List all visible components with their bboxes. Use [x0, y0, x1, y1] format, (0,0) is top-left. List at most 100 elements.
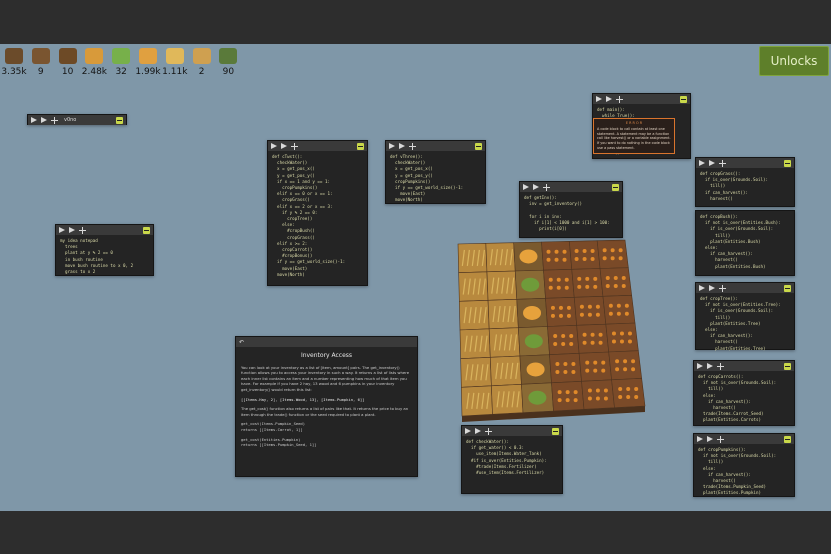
- add-icon[interactable]: [717, 362, 724, 370]
- step-icon[interactable]: [709, 160, 715, 166]
- window-notepad[interactable]: my idea notepad trees plant at y % 2 == …: [55, 224, 154, 276]
- window-v0no[interactable]: v0no: [27, 114, 127, 125]
- add-icon[interactable]: [616, 95, 623, 103]
- code-body[interactable]: def cropTree(): if not is_over(Entities.…: [696, 293, 794, 355]
- window-getinv[interactable]: def getInv(): inv = get_inventory() for …: [519, 181, 623, 238]
- code-line: move(North): [390, 197, 423, 203]
- code-body[interactable]: def getInv(): inv = get_inventory() for …: [520, 192, 622, 235]
- step-icon[interactable]: [475, 428, 481, 434]
- run-icon[interactable]: [59, 227, 65, 233]
- carrot-crop: [627, 331, 632, 336]
- doc-paragraph: You can look at your inventory as a list…: [241, 364, 410, 392]
- run-icon[interactable]: [31, 117, 37, 123]
- farm-tile: [547, 325, 580, 355]
- run-icon[interactable]: [699, 285, 705, 291]
- code-line: plant(Entities.Pumpkin): [698, 490, 762, 496]
- step-icon[interactable]: [707, 363, 713, 369]
- code-body[interactable]: def cropPumpkins(): if not is_over(Groun…: [694, 444, 794, 500]
- add-icon[interactable]: [543, 183, 550, 191]
- minimize-icon[interactable]: [552, 427, 559, 435]
- window-inventory-doc[interactable]: ↶ Inventory Access You can look at your …: [235, 336, 418, 477]
- run-icon[interactable]: [699, 160, 705, 166]
- back-icon[interactable]: ↶: [239, 339, 244, 346]
- minimize-icon[interactable]: [116, 116, 123, 124]
- carrot-crop: [557, 398, 562, 403]
- farm-tile: [549, 353, 582, 384]
- window-croppumpkins[interactable]: def cropPumpkins(): if not is_over(Groun…: [693, 433, 795, 497]
- minimize-icon[interactable]: [475, 142, 482, 150]
- carrot-crop: [598, 332, 603, 337]
- code-body[interactable]: my idea notepad trees plant at y % 2 == …: [56, 235, 153, 278]
- pumpkin-crop: [526, 362, 545, 377]
- run-icon[interactable]: [697, 436, 703, 442]
- carrot-crop: [573, 398, 578, 403]
- run-icon[interactable]: [697, 363, 703, 369]
- carrot-crop: [593, 284, 598, 289]
- minimize-icon[interactable]: [784, 362, 791, 370]
- code-body[interactable]: def cropBush(): if not is_over(Entities.…: [696, 211, 794, 273]
- code-line: plant(Entities.Tree): [700, 345, 766, 351]
- step-icon[interactable]: [709, 285, 715, 291]
- step-icon[interactable]: [533, 184, 539, 190]
- add-icon[interactable]: [51, 116, 58, 124]
- code-body[interactable]: def cTwst(): checkWater() x = get_pos_x(…: [268, 151, 367, 281]
- run-icon[interactable]: [271, 143, 277, 149]
- minimize-icon[interactable]: [784, 284, 791, 292]
- window-vthree[interactable]: def vThree(): checkWater() x = get_pos_x…: [385, 140, 486, 204]
- code-body[interactable]: def checkWater(): if get_water() < 0.3: …: [462, 436, 562, 479]
- minimize-icon[interactable]: [680, 95, 687, 103]
- code-body[interactable]: def vThree(): checkWater() x = get_pos_x…: [386, 151, 485, 207]
- step-icon[interactable]: [281, 143, 287, 149]
- code-line: print(i[0]): [524, 226, 567, 232]
- window-checkwater[interactable]: def checkWater(): if get_water() < 0.3: …: [461, 425, 563, 494]
- minimize-icon[interactable]: [143, 226, 150, 234]
- step-icon[interactable]: [606, 96, 612, 102]
- minimize-icon[interactable]: [612, 183, 619, 191]
- carrot-crop: [563, 370, 568, 375]
- add-icon[interactable]: [719, 284, 726, 292]
- carrot-crop: [577, 284, 582, 289]
- step-icon[interactable]: [41, 117, 47, 123]
- add-icon[interactable]: [719, 159, 726, 167]
- carrot-crop: [615, 367, 620, 372]
- carrot-crop: [618, 256, 623, 261]
- code-line: plant(Entities.Carrots): [698, 417, 762, 423]
- carrot-crop: [553, 333, 558, 338]
- window-cropgrass[interactable]: def cropGrass(): if is_over(Grounds.Soil…: [695, 157, 795, 207]
- window-cropcarrots[interactable]: def cropCarrots(): if not is_over(Ground…: [693, 360, 795, 426]
- step-icon[interactable]: [707, 436, 713, 442]
- run-icon[interactable]: [596, 96, 602, 102]
- carrot-crop: [561, 333, 566, 338]
- farm-tile: [605, 322, 639, 353]
- add-icon[interactable]: [79, 226, 86, 234]
- code-body[interactable]: def cropCarrots(): if not is_over(Ground…: [694, 371, 794, 427]
- farm-tile: [545, 297, 577, 327]
- code-body[interactable]: def cropGrass(): if is_over(Grounds.Soil…: [696, 168, 794, 205]
- doc-title: Inventory Access: [300, 352, 353, 359]
- add-icon[interactable]: [717, 435, 724, 443]
- farm-tile: [551, 381, 585, 412]
- run-icon[interactable]: [523, 184, 529, 190]
- run-icon[interactable]: [389, 143, 395, 149]
- run-icon[interactable]: [465, 428, 471, 434]
- farm-tile: [569, 240, 601, 270]
- minimize-icon[interactable]: [784, 435, 791, 443]
- add-icon[interactable]: [409, 142, 416, 150]
- carrot-crop: [608, 303, 613, 308]
- code-line: #use_item(Items.Fertilizer): [466, 470, 545, 476]
- window-ctwst[interactable]: def cTwst(): checkWater() x = get_pos_x(…: [267, 140, 368, 286]
- carrot-crop: [590, 248, 595, 253]
- carrot-crop: [619, 339, 624, 344]
- minimize-icon[interactable]: [357, 142, 364, 150]
- window-cropbush[interactable]: def cropBush(): if not is_over(Entities.…: [695, 210, 795, 276]
- window-croptree[interactable]: def cropTree(): if not is_over(Entities.…: [695, 282, 795, 351]
- carrot-crop: [624, 311, 629, 316]
- carrot-crop: [557, 390, 562, 395]
- add-icon[interactable]: [485, 427, 492, 435]
- step-icon[interactable]: [69, 227, 75, 233]
- minimize-icon[interactable]: [784, 159, 791, 167]
- step-icon[interactable]: [399, 143, 405, 149]
- carrot-crop: [582, 256, 587, 261]
- add-icon[interactable]: [291, 142, 298, 150]
- carrot-crop: [546, 249, 551, 254]
